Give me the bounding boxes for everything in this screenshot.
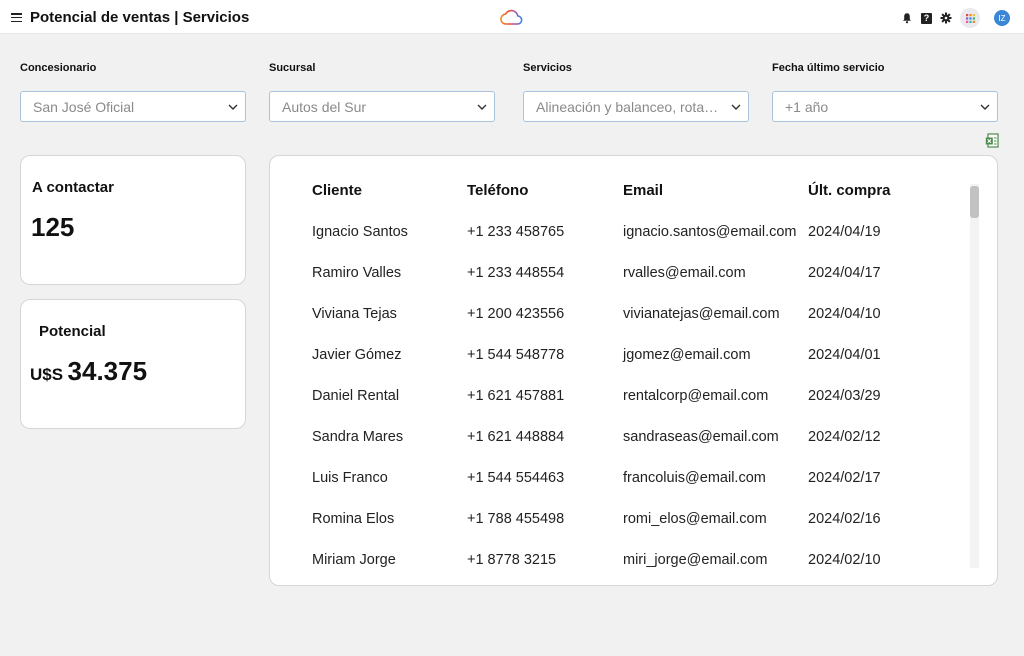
table-row[interactable]: Romina Elos +1 788 455498 romi_elos@emai… bbox=[270, 511, 960, 552]
chevron-down-icon bbox=[477, 104, 487, 110]
cell-cliente: Miriam Jorge bbox=[312, 552, 396, 568]
cell-ult-compra: 2024/04/10 bbox=[808, 306, 881, 322]
fecha-value: +1 año bbox=[785, 98, 829, 115]
sucursal-select[interactable]: Autos del Sur bbox=[269, 91, 495, 122]
cell-telefono: +1 788 455498 bbox=[467, 511, 565, 527]
cell-telefono: +1 544 548778 bbox=[467, 347, 565, 363]
filter-label-concesionario: Concesionario bbox=[20, 62, 97, 74]
export-excel-icon[interactable] bbox=[985, 133, 999, 148]
cell-email: jgomez@email.com bbox=[623, 347, 751, 363]
chevron-down-icon bbox=[731, 104, 741, 110]
cell-telefono: +1 8778 3215 bbox=[467, 552, 557, 568]
contact-card: A contactar 125 bbox=[20, 155, 246, 285]
table-row[interactable]: Ignacio Santos +1 233 458765 ignacio.san… bbox=[270, 224, 960, 265]
cell-cliente: Luis Franco bbox=[312, 470, 388, 486]
clients-table: Cliente Teléfono Email Últ. compra Ignac… bbox=[269, 155, 998, 586]
chevron-down-icon bbox=[228, 104, 238, 110]
cell-ult-compra: 2024/04/01 bbox=[808, 347, 881, 363]
contact-card-value: 125 bbox=[31, 212, 75, 242]
table-row[interactable]: Ramiro Valles +1 233 448554 rvalles@emai… bbox=[270, 265, 960, 306]
scrollbar-thumb[interactable] bbox=[970, 186, 979, 218]
potential-card: Potencial U$S 34.375 bbox=[20, 299, 246, 429]
cell-ult-compra: 2024/02/16 bbox=[808, 511, 881, 527]
cell-cliente: Sandra Mares bbox=[312, 429, 404, 445]
cell-cliente: Daniel Rental bbox=[312, 388, 400, 404]
cell-email: rentalcorp@email.com bbox=[623, 388, 769, 404]
potential-value: 34.375 bbox=[67, 356, 148, 386]
sucursal-value: Autos del Sur bbox=[282, 98, 367, 115]
cell-cliente: Javier Gómez bbox=[312, 347, 402, 363]
cell-ult-compra: 2024/03/29 bbox=[808, 388, 881, 404]
filter-label-servicios: Servicios bbox=[523, 62, 572, 74]
gear-icon[interactable] bbox=[940, 12, 952, 24]
top-icons: ? IZ bbox=[901, 8, 1010, 28]
cell-email: rvalles@email.com bbox=[623, 265, 746, 281]
help-icon[interactable]: ? bbox=[921, 12, 932, 24]
apps-icon[interactable] bbox=[960, 8, 980, 28]
cell-cliente: Ramiro Valles bbox=[312, 265, 402, 281]
menu-icon[interactable] bbox=[11, 13, 22, 23]
potential-card-title: Potencial bbox=[39, 323, 106, 340]
cell-cliente: Viviana Tejas bbox=[312, 306, 397, 322]
potential-currency: U$S bbox=[30, 365, 64, 384]
cell-telefono: +1 544 554463 bbox=[467, 470, 565, 486]
page-title: Potencial de ventas | Servicios bbox=[30, 9, 250, 26]
cell-telefono: +1 621 448884 bbox=[467, 429, 565, 445]
filter-label-sucursal: Sucursal bbox=[269, 62, 316, 74]
cell-ult-compra: 2024/04/19 bbox=[808, 224, 881, 240]
contact-card-title: A contactar bbox=[32, 179, 114, 196]
servicios-select[interactable]: Alineación y balanceo, rotación... bbox=[523, 91, 749, 122]
potential-card-amount: U$S 34.375 bbox=[30, 356, 147, 387]
cell-email: romi_elos@email.com bbox=[623, 511, 767, 527]
chevron-down-icon bbox=[980, 104, 990, 110]
cell-telefono: +1 200 423556 bbox=[467, 306, 565, 322]
table-scrollbar[interactable] bbox=[970, 184, 979, 568]
filter-label-fecha: Fecha último servicio bbox=[772, 62, 885, 74]
column-header-cliente[interactable]: Cliente bbox=[312, 182, 362, 199]
servicios-value: Alineación y balanceo, rotación... bbox=[536, 98, 722, 115]
bell-icon[interactable] bbox=[901, 12, 913, 24]
column-header-email[interactable]: Email bbox=[623, 182, 663, 199]
fecha-select[interactable]: +1 año bbox=[772, 91, 998, 122]
top-bar: Potencial de ventas | Servicios ? IZ bbox=[0, 0, 1024, 34]
column-header-ult-compra[interactable]: Últ. compra bbox=[808, 182, 891, 199]
table-row[interactable]: Javier Gómez +1 544 548778 jgomez@email.… bbox=[270, 347, 960, 388]
concesionario-select[interactable]: San José Oficial bbox=[20, 91, 246, 122]
avatar[interactable]: IZ bbox=[994, 10, 1010, 26]
cell-cliente: Romina Elos bbox=[312, 511, 395, 527]
cell-email: sandraseas@email.com bbox=[623, 429, 779, 445]
cell-ult-compra: 2024/02/17 bbox=[808, 470, 881, 486]
table-row[interactable]: Sandra Mares +1 621 448884 sandraseas@em… bbox=[270, 429, 960, 470]
cell-ult-compra: 2024/04/17 bbox=[808, 265, 881, 281]
table-row[interactable]: Miriam Jorge +1 8778 3215 miri_jorge@ema… bbox=[270, 552, 960, 585]
table-row[interactable]: Luis Franco +1 544 554463 francoluis@ema… bbox=[270, 470, 960, 511]
cell-telefono: +1 233 448554 bbox=[467, 265, 565, 281]
concesionario-value: San José Oficial bbox=[33, 98, 135, 115]
cell-email: ignacio.santos@email.com bbox=[623, 224, 797, 240]
cell-email: francoluis@email.com bbox=[623, 470, 766, 486]
cell-email: vivianatejas@email.com bbox=[623, 306, 780, 322]
column-header-telefono[interactable]: Teléfono bbox=[467, 182, 528, 199]
cell-cliente: Ignacio Santos bbox=[312, 224, 408, 240]
cell-telefono: +1 621 457881 bbox=[467, 388, 565, 404]
table-row[interactable]: Viviana Tejas +1 200 423556 vivianatejas… bbox=[270, 306, 960, 347]
cloud-logo-icon bbox=[500, 9, 523, 25]
cell-ult-compra: 2024/02/12 bbox=[808, 429, 881, 445]
cell-ult-compra: 2024/02/10 bbox=[808, 552, 881, 568]
cell-telefono: +1 233 458765 bbox=[467, 224, 565, 240]
table-row[interactable]: Daniel Rental +1 621 457881 rentalcorp@e… bbox=[270, 388, 960, 429]
cell-email: miri_jorge@email.com bbox=[623, 552, 768, 568]
